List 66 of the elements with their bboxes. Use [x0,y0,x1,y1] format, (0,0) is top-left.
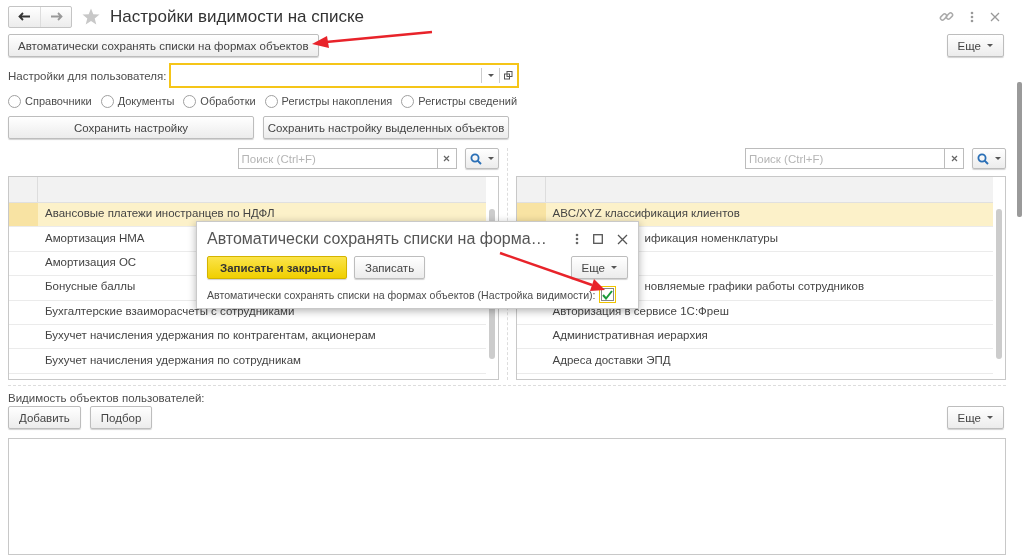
caret-icon [987,44,993,47]
list-item-text: Авторизация в сервисе 1С:Фреш [552,303,729,319]
caret-icon[interactable] [487,74,494,77]
save-selected-button[interactable]: Сохранить настройку выделенных объектов [263,116,509,139]
check-icon [601,289,613,300]
radio-label: Справочники [25,95,92,107]
list-item-text: ABC/XYZ классификация клиентов [552,206,740,222]
more-button[interactable]: Еще [946,34,1004,57]
list-item-text: Бонусные баллы [45,279,136,295]
radio-label: Документы [117,95,175,107]
list-row[interactable]: Бухучет начисления удержания по контрагентам, акционерам [9,324,486,350]
radio-button[interactable] [264,94,278,108]
radio-label: Обработки [200,95,256,107]
radio-button[interactable] [100,94,114,108]
list-row[interactable]: ABC/XYZ классификация клиентов [516,203,993,228]
forward-arrow-icon [49,12,63,21]
add-button[interactable]: Добавить [8,406,81,429]
caret-icon [995,157,1001,160]
list-item-text: ификация номенклатуры [644,230,778,246]
field-label: Настройки для пользователя: [8,69,167,82]
star-icon[interactable] [82,8,100,25]
list-item-text: Административная иерархия [552,328,708,344]
list-item-text: Авансовые платежи иностранцев по НДФЛ [45,206,275,222]
list-item-text: Бухучет начисления удержания по сотрудникам [45,352,301,368]
search-icon [977,152,989,165]
save-and-close-button[interactable]: Записать и закрыть [207,256,347,279]
radio-label: Регистры сведений [418,95,518,107]
section-label: Видимость объектов пользователей: [8,392,206,404]
search-field[interactable]: Поиск (Ctrl+F) [745,148,944,169]
list-row[interactable]: Адреса доставки ЭПД [516,349,993,374]
open-icon[interactable] [504,71,514,80]
search-button[interactable] [972,148,1006,169]
search-field[interactable]: Поиск (Ctrl+F) [237,148,437,169]
caret-icon [487,157,494,160]
more-icon[interactable] [970,10,974,23]
back-arrow-icon [18,12,31,21]
caret-icon [611,266,617,269]
more-button[interactable]: Еще [946,406,1004,429]
radio-button[interactable] [401,94,415,108]
maximize-icon[interactable] [593,234,603,244]
list-item-text: Бухгалтерские взаиморасчеты с сотрудниками [45,303,295,319]
pick-button[interactable]: Подбор [89,406,153,429]
radio-label: Регистры накопления [281,95,393,107]
save-settings-button[interactable]: Сохранить настройку [8,116,254,139]
more-button[interactable]: Еще [570,256,628,279]
clear-icon[interactable] [443,155,450,162]
radio-button[interactable] [183,94,197,108]
list-item-text: Амортизация НМА [45,230,145,246]
list-item-text: Адреса доставки ЭПД [552,352,671,368]
user-field[interactable] [169,63,520,88]
caret-icon [987,416,993,419]
link-icon[interactable] [939,9,954,24]
radio-button[interactable] [8,94,21,108]
auto-save-button[interactable]: Автоматически сохранять списки на формах объектов [8,34,319,57]
save-button[interactable]: Записать [354,256,426,279]
list-item-text: Амортизация ОС [45,254,137,270]
list-item-text: Бухучет начисления удержания по контрагентам, акционерам [45,328,376,344]
search-button[interactable] [464,148,499,169]
more-icon[interactable] [575,233,579,245]
search-icon [469,152,482,165]
window-title: Настройки видимости на списке [110,6,366,27]
list-row[interactable]: Бухучет начисления удержания по сотрудникам [9,349,486,374]
list-row[interactable]: Административная иерархия [516,324,993,350]
clear-icon[interactable] [950,155,958,162]
list-item-text: новляемые графики работы сотрудников [644,279,865,295]
close-icon[interactable] [617,233,628,245]
